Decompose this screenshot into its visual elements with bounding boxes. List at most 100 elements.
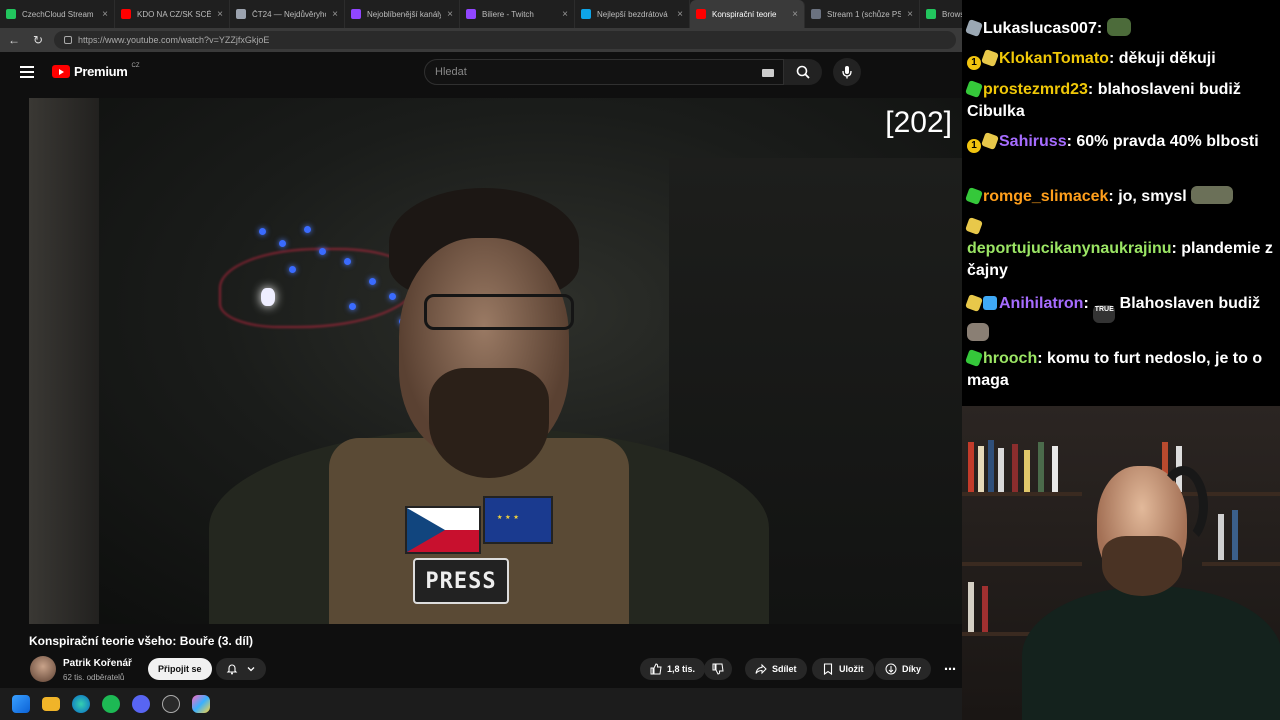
- super-thanks-icon: [885, 663, 897, 675]
- tab-ct24[interactable]: ČT24 — Nejdůvěryhodn×: [230, 0, 345, 28]
- face-emote-icon: [967, 323, 989, 341]
- join-button[interactable]: Připojit se: [148, 658, 212, 680]
- menu-icon[interactable]: [20, 66, 34, 78]
- close-tab-icon[interactable]: ×: [217, 9, 223, 20]
- voice-search-button[interactable]: [833, 58, 861, 86]
- more-actions-button[interactable]: ⋯: [938, 658, 962, 680]
- edge-browser-icon[interactable]: [72, 695, 90, 713]
- sub-badge-icon: [965, 294, 983, 312]
- channel-avatar[interactable]: [30, 656, 56, 682]
- chat-message: deportujucikanynaukrajinu: plandemie z č…: [965, 216, 1275, 282]
- video-counter: [202]: [885, 106, 952, 139]
- close-tab-icon[interactable]: ×: [677, 9, 683, 20]
- stream-chat: Lukaslucas007: 1 KlokanTomato: děkuji děk…: [962, 0, 1280, 406]
- tab-konspiracni-teorie[interactable]: Konspirační teorie ×: [690, 0, 805, 28]
- close-tab-icon[interactable]: ×: [562, 9, 568, 20]
- like-button[interactable]: 1,8 tis.: [640, 658, 706, 680]
- chat-message: Lukaslucas007:: [965, 18, 1275, 40]
- sub-badge-icon: [965, 217, 983, 235]
- thumbs-up-icon: [650, 663, 662, 675]
- tab-favicon-icon: [6, 9, 16, 19]
- youtube-header: Premium CZ Hledat: [0, 52, 962, 92]
- twitch-favicon-icon: [351, 9, 361, 19]
- bell-icon: [226, 664, 238, 675]
- search-icon: [796, 65, 810, 79]
- tab-browse[interactable]: Browse -: [920, 0, 962, 28]
- file-explorer-icon[interactable]: [42, 697, 60, 711]
- sub-badge-icon: [981, 49, 999, 67]
- tab-stream-1[interactable]: Stream 1 (schůze PS) ×: [805, 0, 920, 28]
- reload-icon[interactable]: ↻: [30, 33, 46, 47]
- eu-flag-patch: [483, 496, 553, 544]
- windows-taskbar: [0, 688, 962, 720]
- share-icon: [755, 663, 767, 675]
- address-bar[interactable]: https://www.youtube.com/watch?v=YZZjfxGk…: [54, 31, 956, 49]
- browser-tab-strip: CzechCloud Stream× KDO NA CZ/SK SCÉNĚ× Č…: [0, 0, 962, 28]
- close-tab-icon[interactable]: ×: [332, 9, 338, 20]
- prime-badge-icon: [983, 296, 997, 310]
- more-dots-icon: ⋯: [944, 662, 956, 676]
- close-tab-icon[interactable]: ×: [792, 9, 798, 20]
- save-button[interactable]: Uložit: [812, 658, 874, 680]
- notification-bell-button[interactable]: [216, 658, 266, 680]
- channel-name[interactable]: Patrik Kořenář: [63, 658, 132, 669]
- sub-badge-icon: [965, 349, 983, 367]
- youtube-favicon-icon: [696, 9, 706, 19]
- windows-start-icon[interactable]: [12, 695, 30, 713]
- badge-icon: [965, 19, 983, 37]
- turtle-emote-icon: [1106, 18, 1131, 36]
- share-button[interactable]: Sdílet: [745, 658, 807, 680]
- tab-czechcloud[interactable]: CzechCloud Stream ×: [0, 0, 115, 28]
- press-patch: PRESS: [413, 558, 509, 604]
- copilot-icon[interactable]: [192, 695, 210, 713]
- youtube-play-icon: [52, 65, 70, 78]
- chevron-down-icon: [247, 667, 255, 672]
- site-info-icon[interactable]: [64, 36, 72, 44]
- subscriber-count: 62 tis. odběratelů: [63, 673, 125, 682]
- close-tab-icon[interactable]: ×: [447, 9, 453, 20]
- like-count: 1,8 tis.: [667, 664, 696, 674]
- frog-emote-icon: [1191, 186, 1234, 204]
- tab-biliere-twitch[interactable]: Biliere - Twitch ×: [460, 0, 575, 28]
- address-url: https://www.youtube.com/watch?v=YZZjfxGk…: [78, 35, 270, 45]
- dislike-button[interactable]: [704, 658, 732, 680]
- tab-nejlepsi-bezdratova[interactable]: Nejlepší bezdrátová ×: [575, 0, 690, 28]
- chat-message: Anihilatron: TRUE Blahoslaven budiž: [965, 293, 1275, 345]
- chat-message: romge_slimacek: jo, smysl: [965, 186, 1275, 208]
- gold-badge-icon: 1: [967, 139, 981, 153]
- tab-favicon-icon: [236, 9, 246, 19]
- chat-message: 1 Sahiruss: 60% pravda 40% blbosti: [967, 131, 1275, 153]
- back-arrow-icon[interactable]: ←: [6, 33, 22, 47]
- microphone-icon: [842, 66, 852, 79]
- tab-favicon-icon: [811, 9, 821, 19]
- close-tab-icon[interactable]: ×: [907, 9, 913, 20]
- thumbs-down-icon: [712, 663, 724, 675]
- streamer-webcam: [962, 406, 1280, 720]
- browser-nav-bar: ← ↻ https://www.youtube.com/watch?v=YZZj…: [0, 28, 962, 52]
- twitch-favicon-icon: [466, 9, 476, 19]
- youtube-page: Premium CZ Hledat ⭑ ⭑ ⭑ PRESS [202] Kons…: [0, 52, 962, 688]
- thanks-button[interactable]: Díky: [875, 658, 932, 680]
- czech-flag-patch: [405, 506, 481, 554]
- chat-message: hrooch: komu to furt nedoslo, je to o ma…: [965, 349, 1263, 389]
- kick-favicon-icon: [926, 9, 936, 19]
- true-emote-icon: TRUE: [1093, 305, 1116, 323]
- gold-badge-icon: 1: [967, 56, 981, 70]
- spotify-icon[interactable]: [102, 695, 120, 713]
- chat-message: 1 KlokanTomato: děkuji děkuji: [967, 48, 1275, 70]
- steam-icon[interactable]: [162, 695, 180, 713]
- close-tab-icon[interactable]: ×: [102, 9, 108, 20]
- sub-badge-icon: [981, 132, 999, 150]
- tab-favicon-icon: [581, 9, 591, 19]
- keyboard-icon[interactable]: [762, 69, 774, 77]
- headphones: [1158, 466, 1208, 546]
- youtube-logo[interactable]: Premium CZ: [52, 63, 140, 79]
- sub-badge-icon: [965, 80, 983, 98]
- video-player[interactable]: PRESS [202]: [29, 98, 962, 624]
- discord-icon[interactable]: [132, 695, 150, 713]
- search-button[interactable]: [784, 59, 822, 85]
- tab-nejoblibenejsi[interactable]: Nejoblíbenější kanály ×: [345, 0, 460, 28]
- search-input[interactable]: Hledat: [424, 59, 784, 85]
- video-title: Konspirační teorie všeho: Bouře (3. díl): [29, 634, 254, 648]
- tab-kdo-na-cz[interactable]: KDO NA CZ/SK SCÉNĚ×: [115, 0, 230, 28]
